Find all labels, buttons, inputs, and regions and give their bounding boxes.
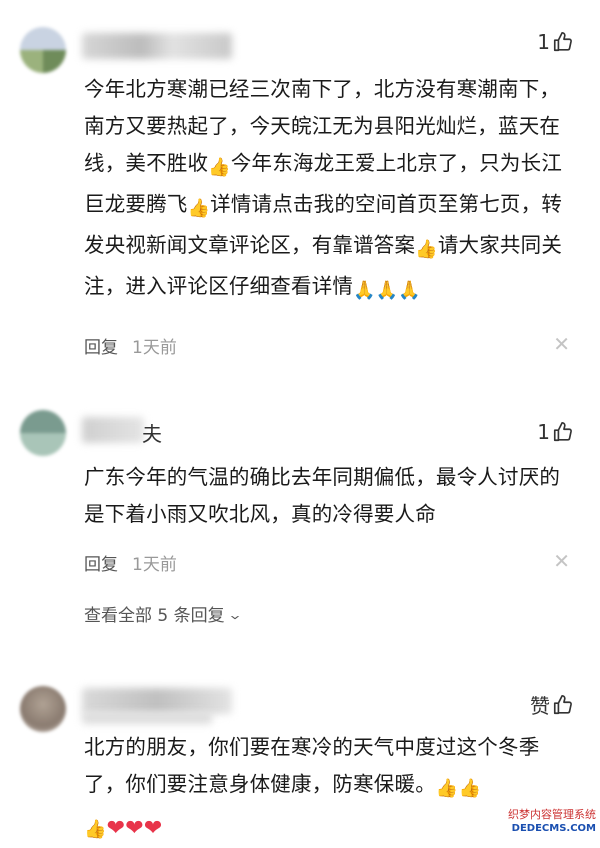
like-button[interactable]: 1 bbox=[537, 420, 574, 444]
thumbs-up-emoji-icon: 👍 bbox=[187, 198, 211, 219]
username-blurred-2 bbox=[82, 712, 212, 724]
chevron-down-icon: › bbox=[224, 614, 246, 621]
like-count: 1 bbox=[537, 420, 550, 444]
avatar[interactable] bbox=[20, 27, 66, 73]
thumbs-up-icon bbox=[553, 694, 572, 714]
reply-button[interactable]: 回复 bbox=[84, 550, 118, 575]
timestamp: 1天前 bbox=[132, 555, 177, 575]
watermark: 织梦内容管理系统 DEDECMS.COM bbox=[508, 808, 596, 834]
praying-hands-icon: 🙏🙏🙏 bbox=[353, 280, 421, 301]
thumbs-up-emoji-icon: 👍 bbox=[84, 819, 107, 840]
username-blurred[interactable] bbox=[82, 688, 232, 714]
like-button[interactable]: 1 bbox=[537, 30, 574, 54]
comment-text: 北方的朋友，你们要在寒冷的天气中度过这个冬季了，你们要注意身体健康，防寒保暖。👍… bbox=[84, 729, 574, 848]
like-button[interactable]: 赞 bbox=[530, 690, 574, 719]
see-all-replies-link[interactable]: 查看全部 5 条回复 › bbox=[84, 601, 245, 626]
comment-text: 今年北方寒潮已经三次南下了，北方没有寒潮南下，南方又要热起了，今天皖江无为县阳光… bbox=[84, 71, 574, 309]
thumbs-up-icon bbox=[553, 422, 572, 442]
like-label: 赞 bbox=[530, 694, 550, 718]
thumbs-up-emoji-icon: 👍👍 bbox=[435, 778, 482, 799]
thumbs-up-icon bbox=[553, 32, 572, 52]
avatar[interactable] bbox=[20, 410, 66, 456]
thumbs-up-emoji-icon: 👍 bbox=[208, 157, 231, 178]
like-count: 1 bbox=[537, 30, 550, 54]
thumbs-up-emoji-icon: 👍 bbox=[415, 239, 438, 260]
comment-text: 广东今年的气温的确比去年同期偏低，最令人讨厌的是下着小雨又吹北风，真的冷得要人命 bbox=[84, 465, 561, 526]
username-blurred[interactable] bbox=[82, 33, 232, 59]
comment-meta: 回复 1天前 bbox=[84, 333, 177, 358]
close-icon[interactable]: ✕ bbox=[553, 334, 570, 354]
username-fragment: 夫 bbox=[142, 422, 162, 446]
avatar[interactable] bbox=[20, 686, 66, 732]
timestamp: 1天前 bbox=[132, 338, 177, 358]
username-blurred[interactable] bbox=[82, 417, 144, 443]
comment-meta: 回复 1天前 bbox=[84, 550, 177, 575]
close-icon[interactable]: ✕ bbox=[553, 551, 570, 571]
heart-icon: ❤❤❤ bbox=[106, 816, 163, 841]
reply-button[interactable]: 回复 bbox=[84, 333, 118, 358]
